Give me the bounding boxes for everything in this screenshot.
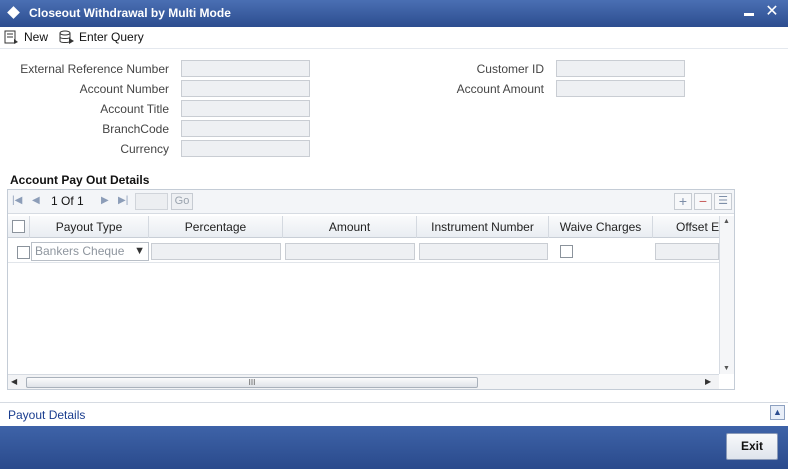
account-amount-field[interactable] (556, 80, 685, 97)
percentage-field[interactable] (151, 243, 281, 260)
horizontal-scrollbar[interactable]: ◀ III ▶ (8, 374, 719, 389)
amount-field[interactable] (285, 243, 415, 260)
toolbar: New Enter Query (0, 27, 788, 49)
external-reference-number-label: External Reference Number (20, 62, 169, 76)
go-button[interactable]: Go (171, 193, 193, 210)
horizontal-scroll-thumb[interactable]: III (26, 377, 478, 388)
header-payout-type: Payout Type (30, 216, 149, 238)
account-title-label: Account Title (100, 102, 169, 116)
branch-code-field[interactable] (181, 120, 310, 137)
enter-query-label: Enter Query (79, 30, 144, 44)
customer-id-field[interactable] (556, 60, 685, 77)
scroll-right-icon[interactable]: ▶ (705, 377, 711, 386)
instrument-number-field[interactable] (419, 243, 548, 260)
window-diamond-icon (7, 6, 20, 19)
enter-query-button[interactable]: Enter Query (58, 28, 144, 46)
close-icon[interactable]: ✕ (765, 2, 779, 22)
last-page-icon[interactable]: ▶| (118, 195, 128, 206)
payout-type-select[interactable]: Bankers Cheque ▼ (31, 242, 149, 261)
grid-header-row: Payout Type Percentage Amount Instrument… (8, 216, 719, 238)
header-percentage: Percentage (149, 216, 283, 238)
page-indicator: 1 Of 1 (51, 194, 84, 208)
select-all-checkbox[interactable] (12, 220, 25, 233)
new-label: New (24, 30, 49, 44)
external-reference-number-field[interactable] (181, 60, 310, 77)
account-number-field[interactable] (181, 80, 310, 97)
branch-code-label: BranchCode (102, 122, 169, 136)
payout-type-value: Bankers Cheque (35, 244, 125, 258)
vertical-scrollbar[interactable]: ▲ ▼ (719, 216, 734, 374)
minimize-icon[interactable] (744, 13, 754, 16)
new-icon (4, 30, 18, 44)
new-button[interactable]: New (4, 28, 48, 46)
account-title-field[interactable] (181, 100, 310, 117)
add-row-icon[interactable]: + (674, 193, 692, 210)
delete-row-icon[interactable]: − (694, 193, 712, 210)
grid-nav-bar: |◀ ◀ 1 Of 1 ▶ ▶| Go + − ☰ (8, 190, 734, 214)
currency-label: Currency (120, 142, 169, 156)
collapse-up-icon[interactable]: ▲ (770, 405, 785, 420)
offset-field[interactable] (655, 243, 719, 260)
exit-button[interactable]: Exit (726, 433, 778, 460)
header-amount: Amount (283, 216, 417, 238)
table-row: Bankers Cheque ▼ (8, 239, 719, 263)
header-offset: Offset E (676, 220, 719, 234)
scroll-left-icon[interactable]: ◀ (11, 377, 17, 386)
account-pay-out-details-title: Account Pay Out Details (10, 173, 150, 187)
payout-details-link[interactable]: Payout Details (8, 408, 85, 422)
enter-query-icon (59, 30, 74, 44)
account-amount-label: Account Amount (456, 82, 544, 96)
single-view-icon[interactable]: ☰ (714, 193, 732, 210)
first-page-icon[interactable]: |◀ (12, 195, 22, 206)
title-bar: Closeout Withdrawal by Multi Mode ✕ (0, 0, 788, 27)
account-number-label: Account Number (79, 82, 169, 96)
payout-grid: |◀ ◀ 1 Of 1 ▶ ▶| Go + − ☰ Payout Type Pe… (7, 189, 735, 390)
select-all-cell (8, 216, 30, 238)
row-select-checkbox[interactable] (17, 246, 30, 259)
page-number-input[interactable] (135, 193, 168, 210)
waive-charges-checkbox[interactable] (560, 245, 573, 258)
currency-field[interactable] (181, 140, 310, 157)
footer-bar: Exit (0, 426, 788, 469)
customer-id-label: Customer ID (476, 62, 544, 76)
header-waive-charges: Waive Charges (549, 216, 653, 238)
payout-details-bar: Payout Details ▲ (0, 402, 788, 426)
next-page-icon[interactable]: ▶ (101, 195, 109, 206)
window-title: Closeout Withdrawal by Multi Mode (29, 6, 231, 20)
header-instrument-number: Instrument Number (417, 216, 549, 238)
chevron-down-icon: ▼ (134, 245, 145, 257)
scroll-up-icon[interactable]: ▲ (723, 218, 730, 225)
prev-page-icon[interactable]: ◀ (32, 195, 40, 206)
scroll-down-icon[interactable]: ▼ (723, 365, 730, 372)
